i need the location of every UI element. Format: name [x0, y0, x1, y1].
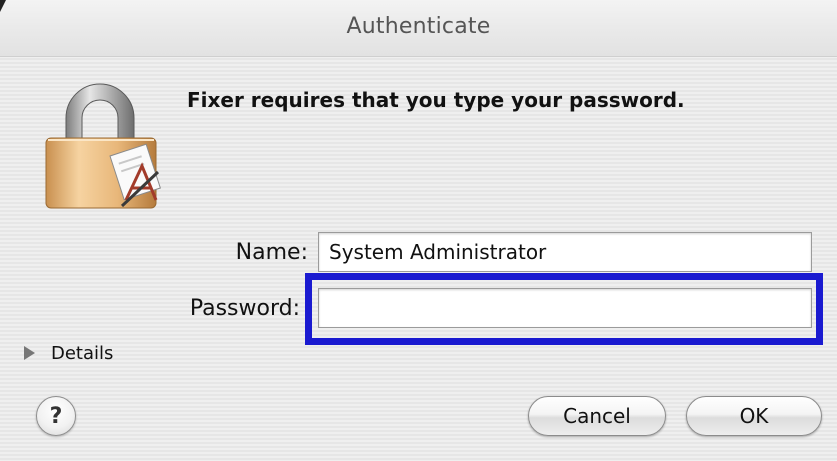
title-bar: Authenticate — [0, 0, 837, 57]
lock-icon — [45, 83, 161, 209]
cancel-button[interactable]: Cancel — [528, 396, 666, 436]
ok-button[interactable]: OK — [686, 396, 822, 436]
help-button[interactable]: ? — [36, 396, 76, 436]
window-corner — [0, 0, 6, 12]
name-field[interactable] — [318, 232, 812, 272]
window-title: Authenticate — [346, 14, 491, 39]
name-label: Name: — [235, 240, 308, 265]
password-label: Password: — [189, 296, 300, 321]
details-disclosure[interactable]: Details — [24, 340, 113, 366]
disclosure-triangle-icon — [24, 346, 35, 360]
auth-message: Fixer requires that you type your passwo… — [187, 88, 685, 112]
details-label: Details — [51, 342, 114, 364]
authenticate-dialog: Authenticate Fixer requires that you typ… — [0, 0, 837, 461]
password-highlight-box — [305, 273, 823, 345]
